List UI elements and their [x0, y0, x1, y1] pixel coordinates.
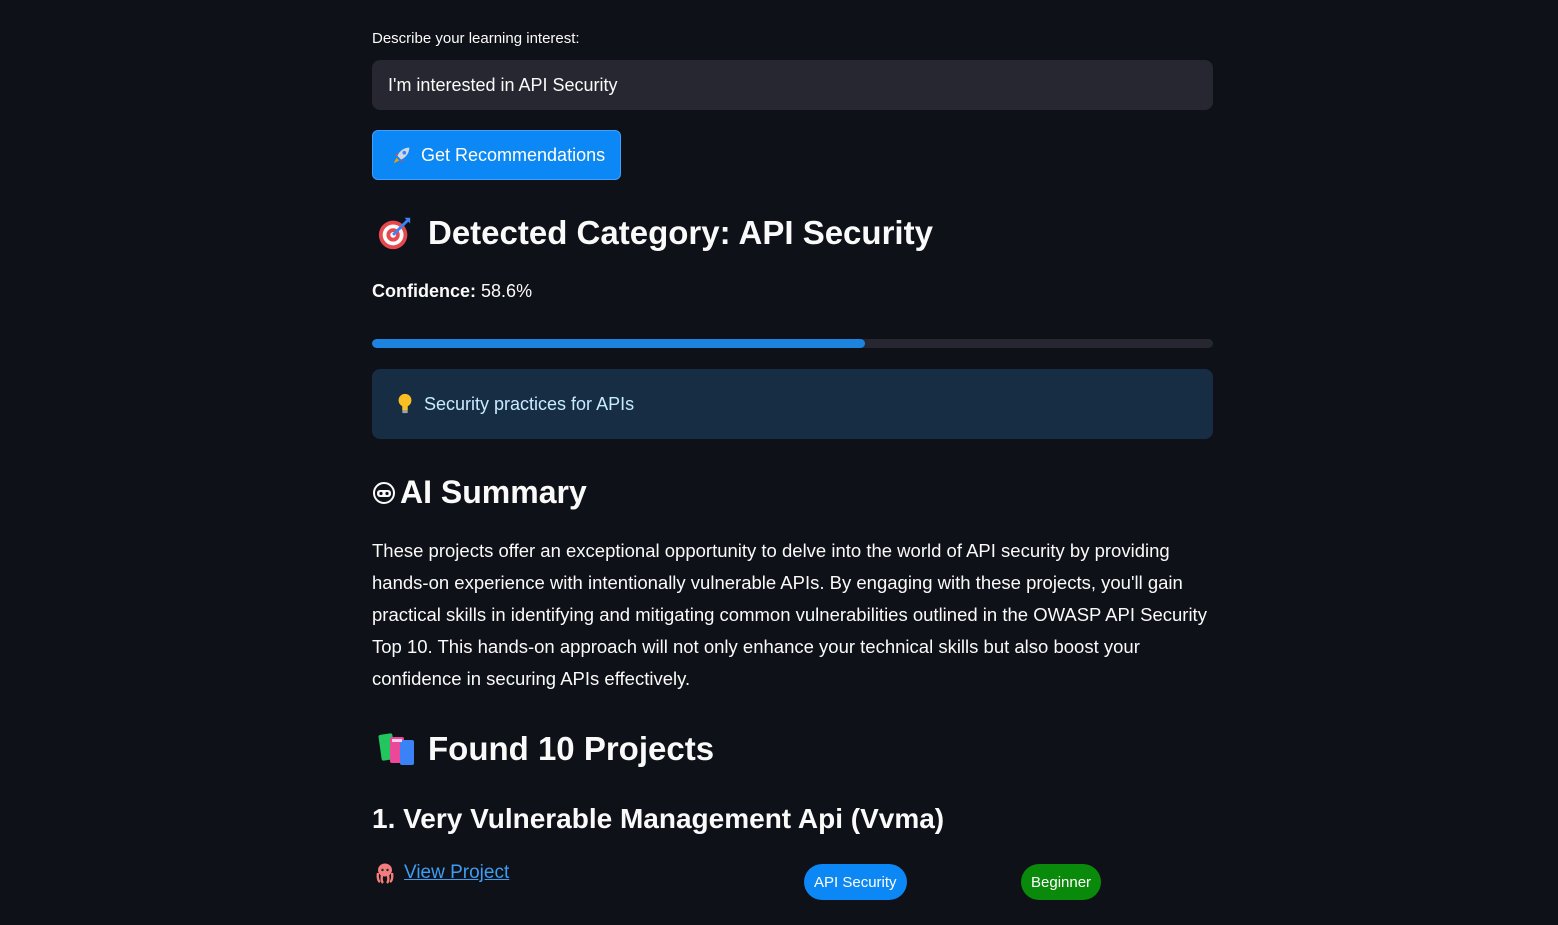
- robot-icon: [373, 481, 395, 504]
- rocket-icon: [393, 147, 410, 164]
- found-projects-title: Found 10 Projects: [428, 730, 715, 767]
- ai-summary-text: These projects offer an exceptional oppo…: [372, 540, 1207, 689]
- confidence-progress-bar: [372, 339, 1213, 348]
- get-recommendations-label: Get Recommendations: [421, 144, 606, 165]
- category-info-text: Security practices for APIs: [424, 393, 635, 414]
- books-icon: [378, 733, 414, 765]
- ai-summary-title: AI Summary: [400, 474, 587, 510]
- interest-input-label: Describe your learning interest:: [372, 30, 580, 47]
- lightbulb-icon: [398, 393, 412, 414]
- category-badge: API Security: [804, 864, 907, 900]
- project-title: 1. Very Vulnerable Management Api (Vvma): [372, 803, 945, 834]
- target-icon: [378, 217, 411, 250]
- ai-summary-heading: AI Summary: [372, 474, 587, 511]
- detected-category-heading: Detected Category: API Security: [376, 214, 933, 252]
- get-recommendations-button[interactable]: Get Recommendations: [372, 130, 622, 180]
- confidence-text: Confidence: 58.6%: [372, 281, 532, 302]
- level-badge: Beginner: [1021, 864, 1102, 900]
- interest-input[interactable]: [372, 60, 1213, 110]
- detected-category-text: Detected Category: API Security: [428, 214, 933, 251]
- octopus-icon: [376, 863, 394, 884]
- category-info-box: Security practices for APIs: [372, 369, 1213, 439]
- confidence-progress-fill: [372, 339, 865, 348]
- found-projects-heading: Found 10 Projects: [376, 730, 714, 768]
- view-project-link[interactable]: View Project: [404, 862, 509, 884]
- project-link-row: View Project: [374, 862, 509, 884]
- confidence-label: Confidence:: [372, 281, 477, 301]
- confidence-value: 58.6%: [481, 281, 533, 301]
